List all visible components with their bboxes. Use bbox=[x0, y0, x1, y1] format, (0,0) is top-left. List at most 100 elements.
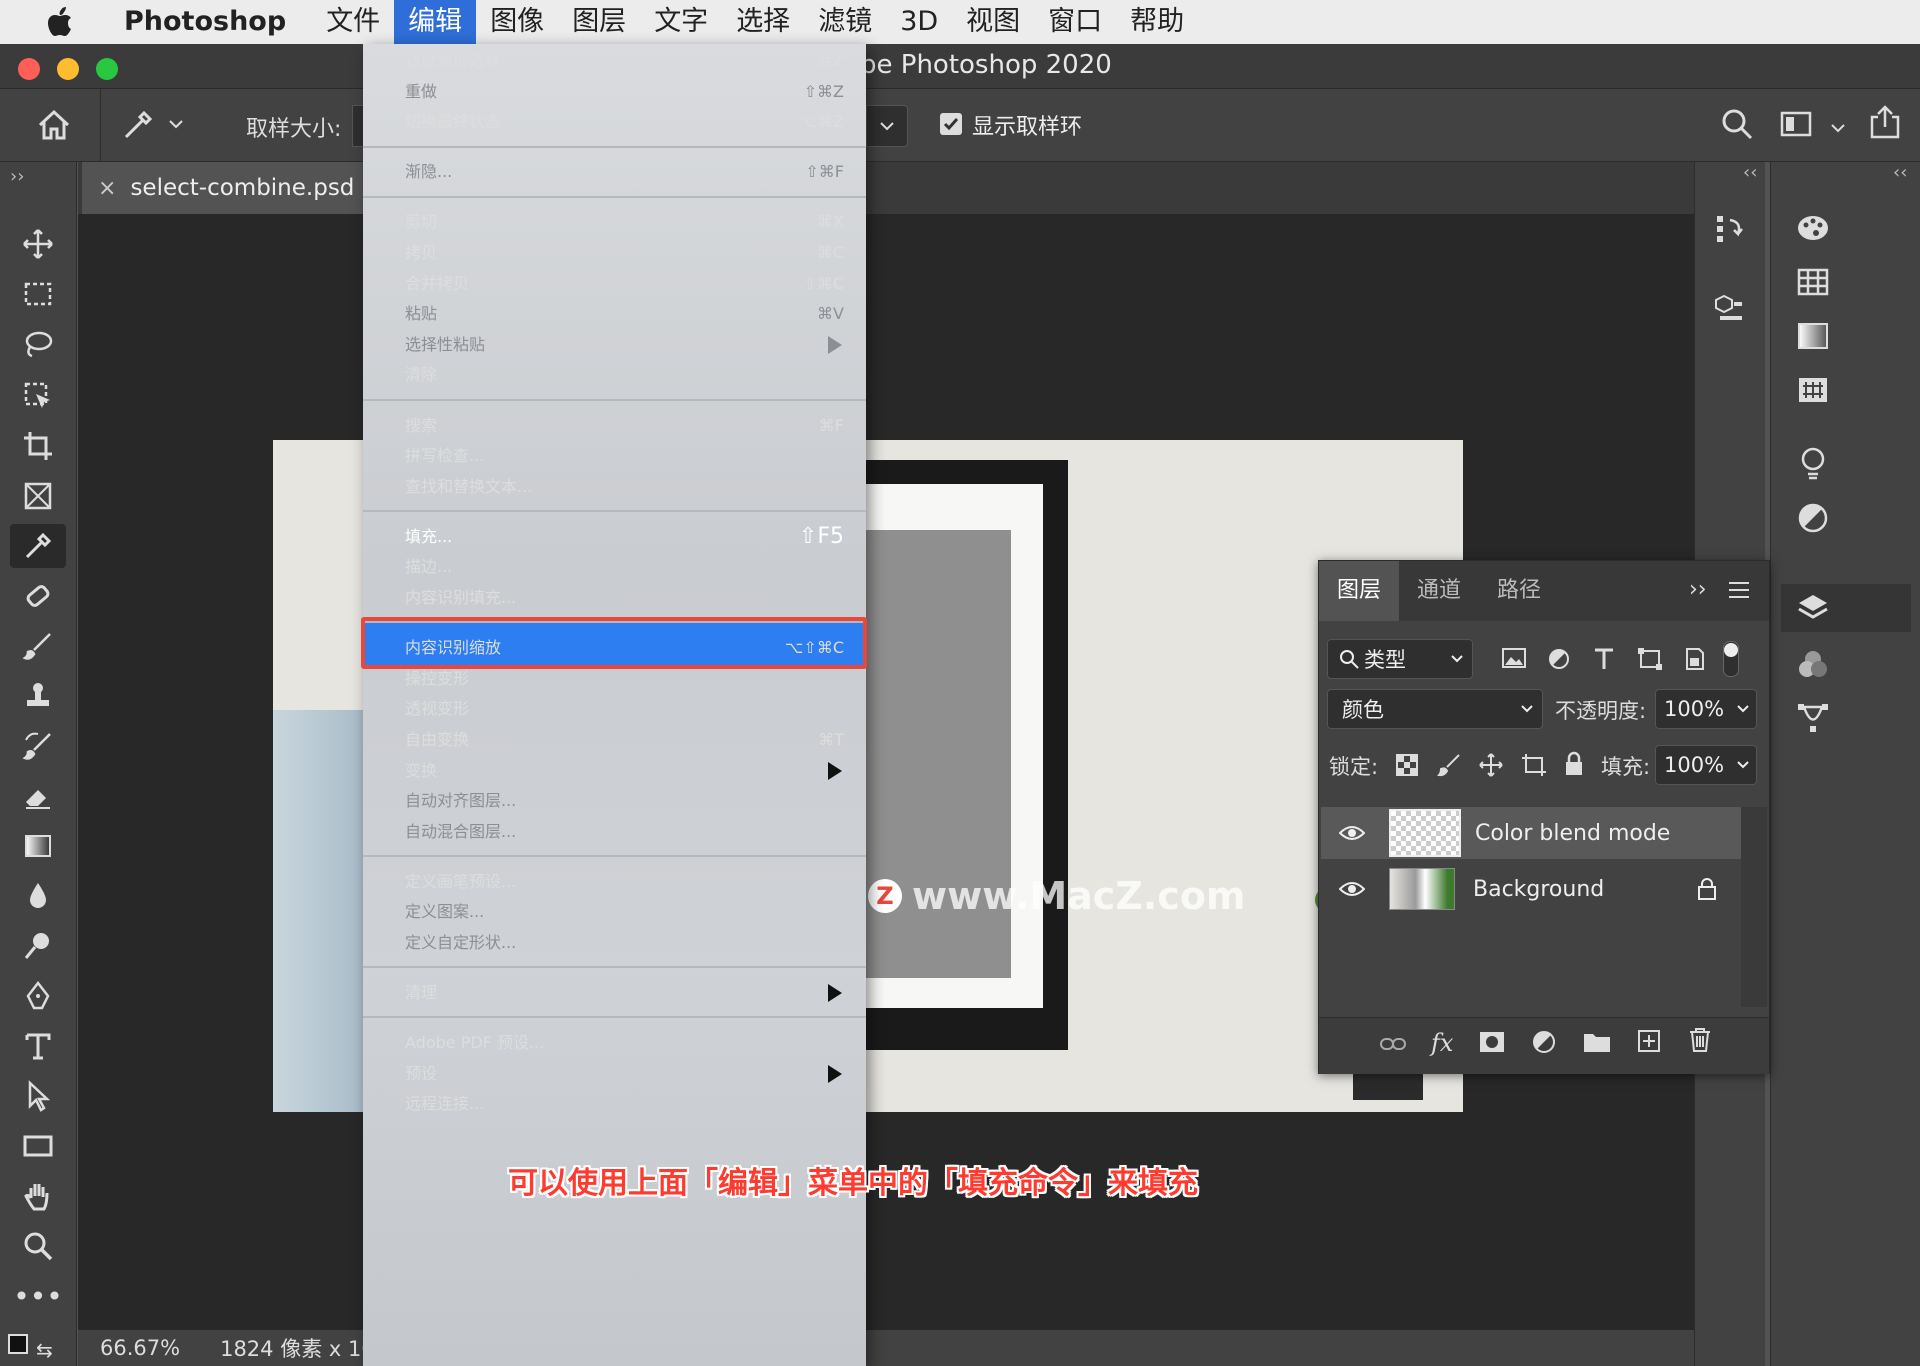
history-icon[interactable] bbox=[1708, 206, 1752, 250]
home-icon[interactable] bbox=[34, 105, 74, 145]
menu-item[interactable]: 清理 bbox=[363, 974, 866, 1011]
menu-image[interactable]: 图像 bbox=[476, 0, 558, 44]
lock-position-icon[interactable] bbox=[1479, 753, 1503, 781]
zoom-window-button[interactable] bbox=[96, 58, 118, 80]
menu-item[interactable]: 查找和替换文本... bbox=[363, 468, 866, 505]
layer-name[interactable]: Background bbox=[1473, 877, 1604, 902]
menu-select[interactable]: 选择 bbox=[722, 0, 804, 44]
chevron-down-icon[interactable] bbox=[1830, 119, 1846, 138]
collapse-arrows-icon[interactable]: ‹‹ bbox=[1743, 162, 1757, 183]
document-size[interactable]: 1824 像素 x 10 bbox=[220, 1333, 375, 1363]
3d-icon[interactable] bbox=[1708, 286, 1752, 330]
search-icon[interactable] bbox=[1720, 107, 1754, 145]
show-ring-checkbox[interactable] bbox=[940, 113, 962, 135]
lock-all-icon[interactable] bbox=[1563, 751, 1585, 781]
crop-tool-icon[interactable] bbox=[10, 424, 66, 468]
swap-colors-icon[interactable]: ⇆ bbox=[36, 1338, 53, 1362]
pen-tool-icon[interactable] bbox=[10, 974, 66, 1018]
move-tool-icon[interactable] bbox=[10, 222, 66, 266]
new-adjustment-icon[interactable] bbox=[1531, 1029, 1557, 1059]
filter-type-icon[interactable] bbox=[1593, 647, 1615, 675]
eyedropper-icon[interactable] bbox=[118, 105, 158, 145]
rectangle-tool-icon[interactable] bbox=[10, 1124, 66, 1168]
layers-scrollbar[interactable] bbox=[1741, 807, 1767, 1007]
marquee-tool-icon[interactable] bbox=[10, 272, 66, 316]
tab-channels[interactable]: 通道 bbox=[1399, 561, 1479, 621]
document-tab[interactable]: × select-combine.psd bbox=[82, 162, 372, 214]
zoom-tool-icon[interactable] bbox=[10, 1224, 66, 1268]
clone-stamp-tool-icon[interactable] bbox=[10, 674, 66, 718]
path-selection-tool-icon[interactable] bbox=[10, 1074, 66, 1118]
menu-filter[interactable]: 滤镜 bbox=[804, 0, 886, 44]
apple-icon[interactable] bbox=[38, 0, 82, 44]
brush-tool-icon[interactable] bbox=[10, 624, 66, 668]
close-window-button[interactable] bbox=[18, 58, 40, 80]
swatches-icon[interactable] bbox=[1791, 260, 1835, 304]
layer-filter-dropdown[interactable]: 类型 bbox=[1327, 639, 1473, 679]
filter-adjustment-icon[interactable] bbox=[1547, 647, 1571, 675]
menu-layer[interactable]: 图层 bbox=[558, 0, 640, 44]
foreground-color-swatch[interactable] bbox=[8, 1334, 28, 1354]
layer-name[interactable]: Color blend mode bbox=[1475, 821, 1670, 846]
menu-item[interactable]: 清除 bbox=[363, 356, 866, 393]
chevron-down-icon[interactable] bbox=[168, 115, 184, 134]
filter-shape-icon[interactable] bbox=[1637, 647, 1663, 675]
panel-menu-icon[interactable] bbox=[1727, 579, 1751, 605]
learn-icon[interactable] bbox=[1791, 442, 1835, 486]
layers-icon[interactable] bbox=[1791, 586, 1835, 630]
eyedropper-tool-icon[interactable] bbox=[10, 524, 66, 568]
menu-app-name[interactable]: Photoshop bbox=[110, 0, 300, 44]
menu-help[interactable]: 帮助 bbox=[1116, 0, 1198, 44]
menu-file[interactable]: 文件 bbox=[312, 0, 394, 44]
new-layer-icon[interactable] bbox=[1637, 1029, 1661, 1057]
lock-artboard-icon[interactable] bbox=[1521, 753, 1547, 781]
filter-pixel-icon[interactable] bbox=[1501, 647, 1527, 673]
lock-transparent-icon[interactable] bbox=[1395, 753, 1419, 781]
close-tab-icon[interactable]: × bbox=[98, 176, 116, 201]
menu-type[interactable]: 文字 bbox=[640, 0, 722, 44]
lasso-tool-icon[interactable] bbox=[10, 322, 66, 366]
menu-3d[interactable]: 3D bbox=[886, 0, 952, 44]
history-brush-tool-icon[interactable] bbox=[10, 724, 66, 768]
menu-window[interactable]: 窗口 bbox=[1034, 0, 1116, 44]
minimize-window-button[interactable] bbox=[57, 58, 79, 80]
add-mask-icon[interactable] bbox=[1479, 1031, 1505, 1057]
color-palette-icon[interactable] bbox=[1791, 206, 1835, 250]
channels-icon[interactable] bbox=[1791, 642, 1835, 686]
expand-panel-icon[interactable]: ›› bbox=[1689, 577, 1707, 602]
lock-brush-icon[interactable] bbox=[1436, 753, 1461, 781]
share-icon[interactable] bbox=[1868, 105, 1902, 145]
paths-icon[interactable] bbox=[1791, 696, 1835, 740]
filter-smart-object-icon[interactable] bbox=[1683, 647, 1707, 675]
layer-row[interactable]: Background bbox=[1321, 863, 1741, 915]
eraser-tool-icon[interactable] bbox=[10, 774, 66, 818]
collapse-arrows-icon[interactable]: ‹‹ bbox=[1893, 162, 1907, 183]
gradient-tool-icon[interactable] bbox=[10, 824, 66, 868]
healing-brush-tool-icon[interactable] bbox=[10, 574, 66, 618]
menu-item[interactable]: 切换最终状态 ⌥⌘Z bbox=[363, 103, 866, 140]
patterns-icon[interactable] bbox=[1791, 368, 1835, 412]
blend-mode-dropdown[interactable]: 颜色 bbox=[1327, 689, 1543, 729]
frame-tool-icon[interactable] bbox=[10, 474, 66, 518]
sample-dropdown-chevron[interactable] bbox=[866, 105, 908, 147]
new-group-icon[interactable] bbox=[1583, 1031, 1611, 1057]
hand-tool-icon[interactable] bbox=[10, 1174, 66, 1218]
fill-field[interactable]: 100% bbox=[1655, 745, 1757, 785]
workspace-icon[interactable] bbox=[1780, 109, 1812, 143]
type-tool-icon[interactable] bbox=[10, 1024, 66, 1068]
object-selection-tool-icon[interactable] bbox=[10, 374, 66, 418]
trash-icon[interactable] bbox=[1689, 1027, 1711, 1057]
link-layers-icon[interactable] bbox=[1379, 1035, 1407, 1057]
fx-button[interactable]: fx bbox=[1431, 1029, 1453, 1057]
opacity-field[interactable]: 100% bbox=[1655, 689, 1757, 729]
more-tools-icon[interactable]: ••• bbox=[10, 1274, 66, 1318]
menu-item[interactable]: 内容识别填充... bbox=[363, 579, 866, 616]
tab-layers[interactable]: 图层 bbox=[1319, 561, 1399, 621]
menu-edit[interactable]: 编辑 bbox=[394, 0, 477, 44]
menu-view[interactable]: 视图 bbox=[952, 0, 1034, 44]
filter-toggle[interactable] bbox=[1723, 641, 1739, 677]
blur-tool-icon[interactable] bbox=[10, 874, 66, 918]
adjustments-icon[interactable] bbox=[1791, 496, 1835, 540]
tab-paths[interactable]: 路径 bbox=[1479, 561, 1559, 621]
layer-row[interactable]: Color blend mode bbox=[1321, 807, 1741, 859]
